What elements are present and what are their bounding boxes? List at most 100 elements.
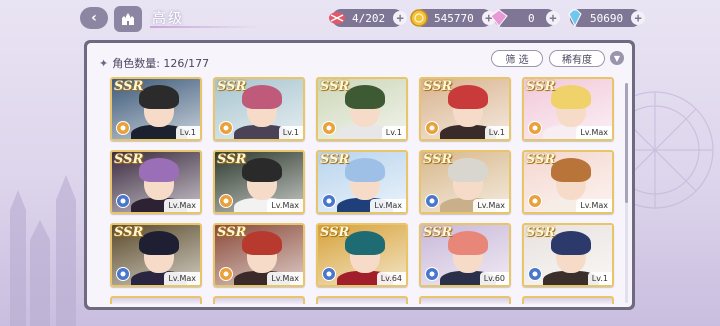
character-card-partial[interactable] xyxy=(110,296,202,304)
rarity-badge: SSR xyxy=(114,152,144,167)
stamina-add-button[interactable]: + xyxy=(393,11,408,25)
coin-icon xyxy=(410,9,428,27)
attribute-icon xyxy=(425,121,439,135)
rarity-badge: SSR xyxy=(320,152,350,167)
sort-rarity-button[interactable]: 稀有度 xyxy=(549,50,605,67)
portrait-hair xyxy=(551,85,591,109)
pink-gem-counter: 0 + xyxy=(490,9,560,27)
portrait-hair xyxy=(448,158,488,182)
attribute-icon xyxy=(116,267,130,281)
attribute-icon xyxy=(322,121,336,135)
level-label: Lv.Max xyxy=(164,272,200,285)
chevron-down-icon: ▼ xyxy=(613,53,621,63)
character-card[interactable]: SSR Lv.1 xyxy=(419,77,511,141)
rarity-badge: SSR xyxy=(217,152,247,167)
home-button[interactable] xyxy=(114,6,142,32)
collapse-button[interactable]: ▼ xyxy=(610,51,624,65)
character-card[interactable]: SSR Lv.Max xyxy=(316,150,408,214)
scrollbar-thumb[interactable] xyxy=(625,83,628,203)
character-card-partial[interactable] xyxy=(419,296,511,304)
character-card[interactable]: SSR Lv.Max xyxy=(110,223,202,287)
level-label: Lv.64 xyxy=(376,272,406,285)
portrait-hair xyxy=(551,158,591,182)
character-card[interactable]: SSR Lv.60 xyxy=(419,223,511,287)
level-label: Lv.Max xyxy=(576,126,612,139)
level-label: Lv.1 xyxy=(484,126,509,139)
attribute-icon xyxy=(116,194,130,208)
rarity-badge: SSR xyxy=(526,79,556,94)
rarity-badge: SSR xyxy=(423,79,453,94)
portrait-hair xyxy=(139,85,179,109)
coin-value: 545770 xyxy=(434,11,474,25)
level-label: Lv.1 xyxy=(175,126,200,139)
stamina-counter: 4/202 + xyxy=(329,9,408,27)
stamina-value: 4/202 xyxy=(352,11,386,25)
rarity-badge: SSR xyxy=(423,225,453,240)
attribute-icon xyxy=(528,267,542,281)
attribute-icon xyxy=(219,194,233,208)
attribute-icon xyxy=(219,121,233,135)
rarity-badge: SSR xyxy=(526,225,556,240)
rarity-badge: SSR xyxy=(217,79,247,94)
portrait-hair xyxy=(345,231,385,255)
character-card[interactable]: SSR Lv.Max xyxy=(419,150,511,214)
level-label: Lv.Max xyxy=(267,272,303,285)
attribute-icon xyxy=(219,267,233,281)
level-label: Lv.Max xyxy=(473,199,509,212)
portrait-hair xyxy=(345,85,385,109)
diamond-icon xyxy=(568,9,582,28)
pink-gem-icon xyxy=(490,9,508,27)
page-title: 高级 xyxy=(152,11,184,27)
attribute-icon xyxy=(425,194,439,208)
back-button[interactable]: ‹ xyxy=(80,7,108,29)
portrait-hair xyxy=(448,231,488,255)
character-card[interactable]: SSR Lv.64 xyxy=(316,223,408,287)
character-card-partial[interactable] xyxy=(522,296,614,304)
sparkle-icon: ✦ xyxy=(99,56,109,70)
character-count-text: 角色数量: 126/177 xyxy=(112,57,210,70)
portrait-hair xyxy=(242,85,282,109)
character-card[interactable]: SSR Lv.Max xyxy=(213,150,305,214)
back-arrow-icon: ‹ xyxy=(91,10,97,26)
coin-counter: 545770 + xyxy=(410,9,496,27)
character-count: ✦ 角色数量: 126/177 xyxy=(99,55,209,71)
rarity-badge: SSR xyxy=(526,152,556,167)
portrait-hair xyxy=(345,158,385,182)
character-panel: ✦ 角色数量: 126/177 筛 选 稀有度 ▼ SSR Lv.1 SSR Lv.1… xyxy=(84,40,635,310)
level-label: Lv.1 xyxy=(587,272,612,285)
attribute-icon xyxy=(528,194,542,208)
diamond-add-button[interactable]: + xyxy=(631,11,646,25)
character-card[interactable]: SSR Lv.1 xyxy=(522,223,614,287)
character-card[interactable]: SSR Lv.Max xyxy=(110,150,202,214)
portrait-hair xyxy=(448,85,488,109)
candy-icon xyxy=(329,12,345,24)
character-card-partial[interactable] xyxy=(316,296,408,304)
diamond-value: 50690 xyxy=(590,11,624,25)
attribute-icon xyxy=(528,121,542,135)
level-label: Lv.Max xyxy=(164,199,200,212)
character-card[interactable]: SSR Lv.1 xyxy=(316,77,408,141)
level-label: Lv.Max xyxy=(576,199,612,212)
character-card-partial[interactable] xyxy=(213,296,305,304)
attribute-icon xyxy=(322,194,336,208)
character-card[interactable]: SSR Lv.1 xyxy=(213,77,305,141)
rarity-badge: SSR xyxy=(320,79,350,94)
level-label: Lv.Max xyxy=(370,199,406,212)
rarity-badge: SSR xyxy=(217,225,247,240)
attribute-icon xyxy=(425,267,439,281)
portrait-hair xyxy=(242,158,282,182)
attribute-icon xyxy=(116,121,130,135)
filter-button[interactable]: 筛 选 xyxy=(491,50,543,67)
home-castle-icon xyxy=(122,13,134,25)
rarity-badge: SSR xyxy=(114,225,144,240)
title-underline xyxy=(150,26,260,28)
attribute-icon xyxy=(322,267,336,281)
portrait-hair xyxy=(551,231,591,255)
character-card[interactable]: SSR Lv.1 xyxy=(110,77,202,141)
pink-gem-add-button[interactable]: + xyxy=(546,11,560,25)
level-label: Lv.1 xyxy=(278,126,303,139)
character-card[interactable]: SSR Lv.Max xyxy=(213,223,305,287)
level-label: Lv.Max xyxy=(267,199,303,212)
character-card[interactable]: SSR Lv.Max xyxy=(522,77,614,141)
character-card[interactable]: SSR Lv.Max xyxy=(522,150,614,214)
